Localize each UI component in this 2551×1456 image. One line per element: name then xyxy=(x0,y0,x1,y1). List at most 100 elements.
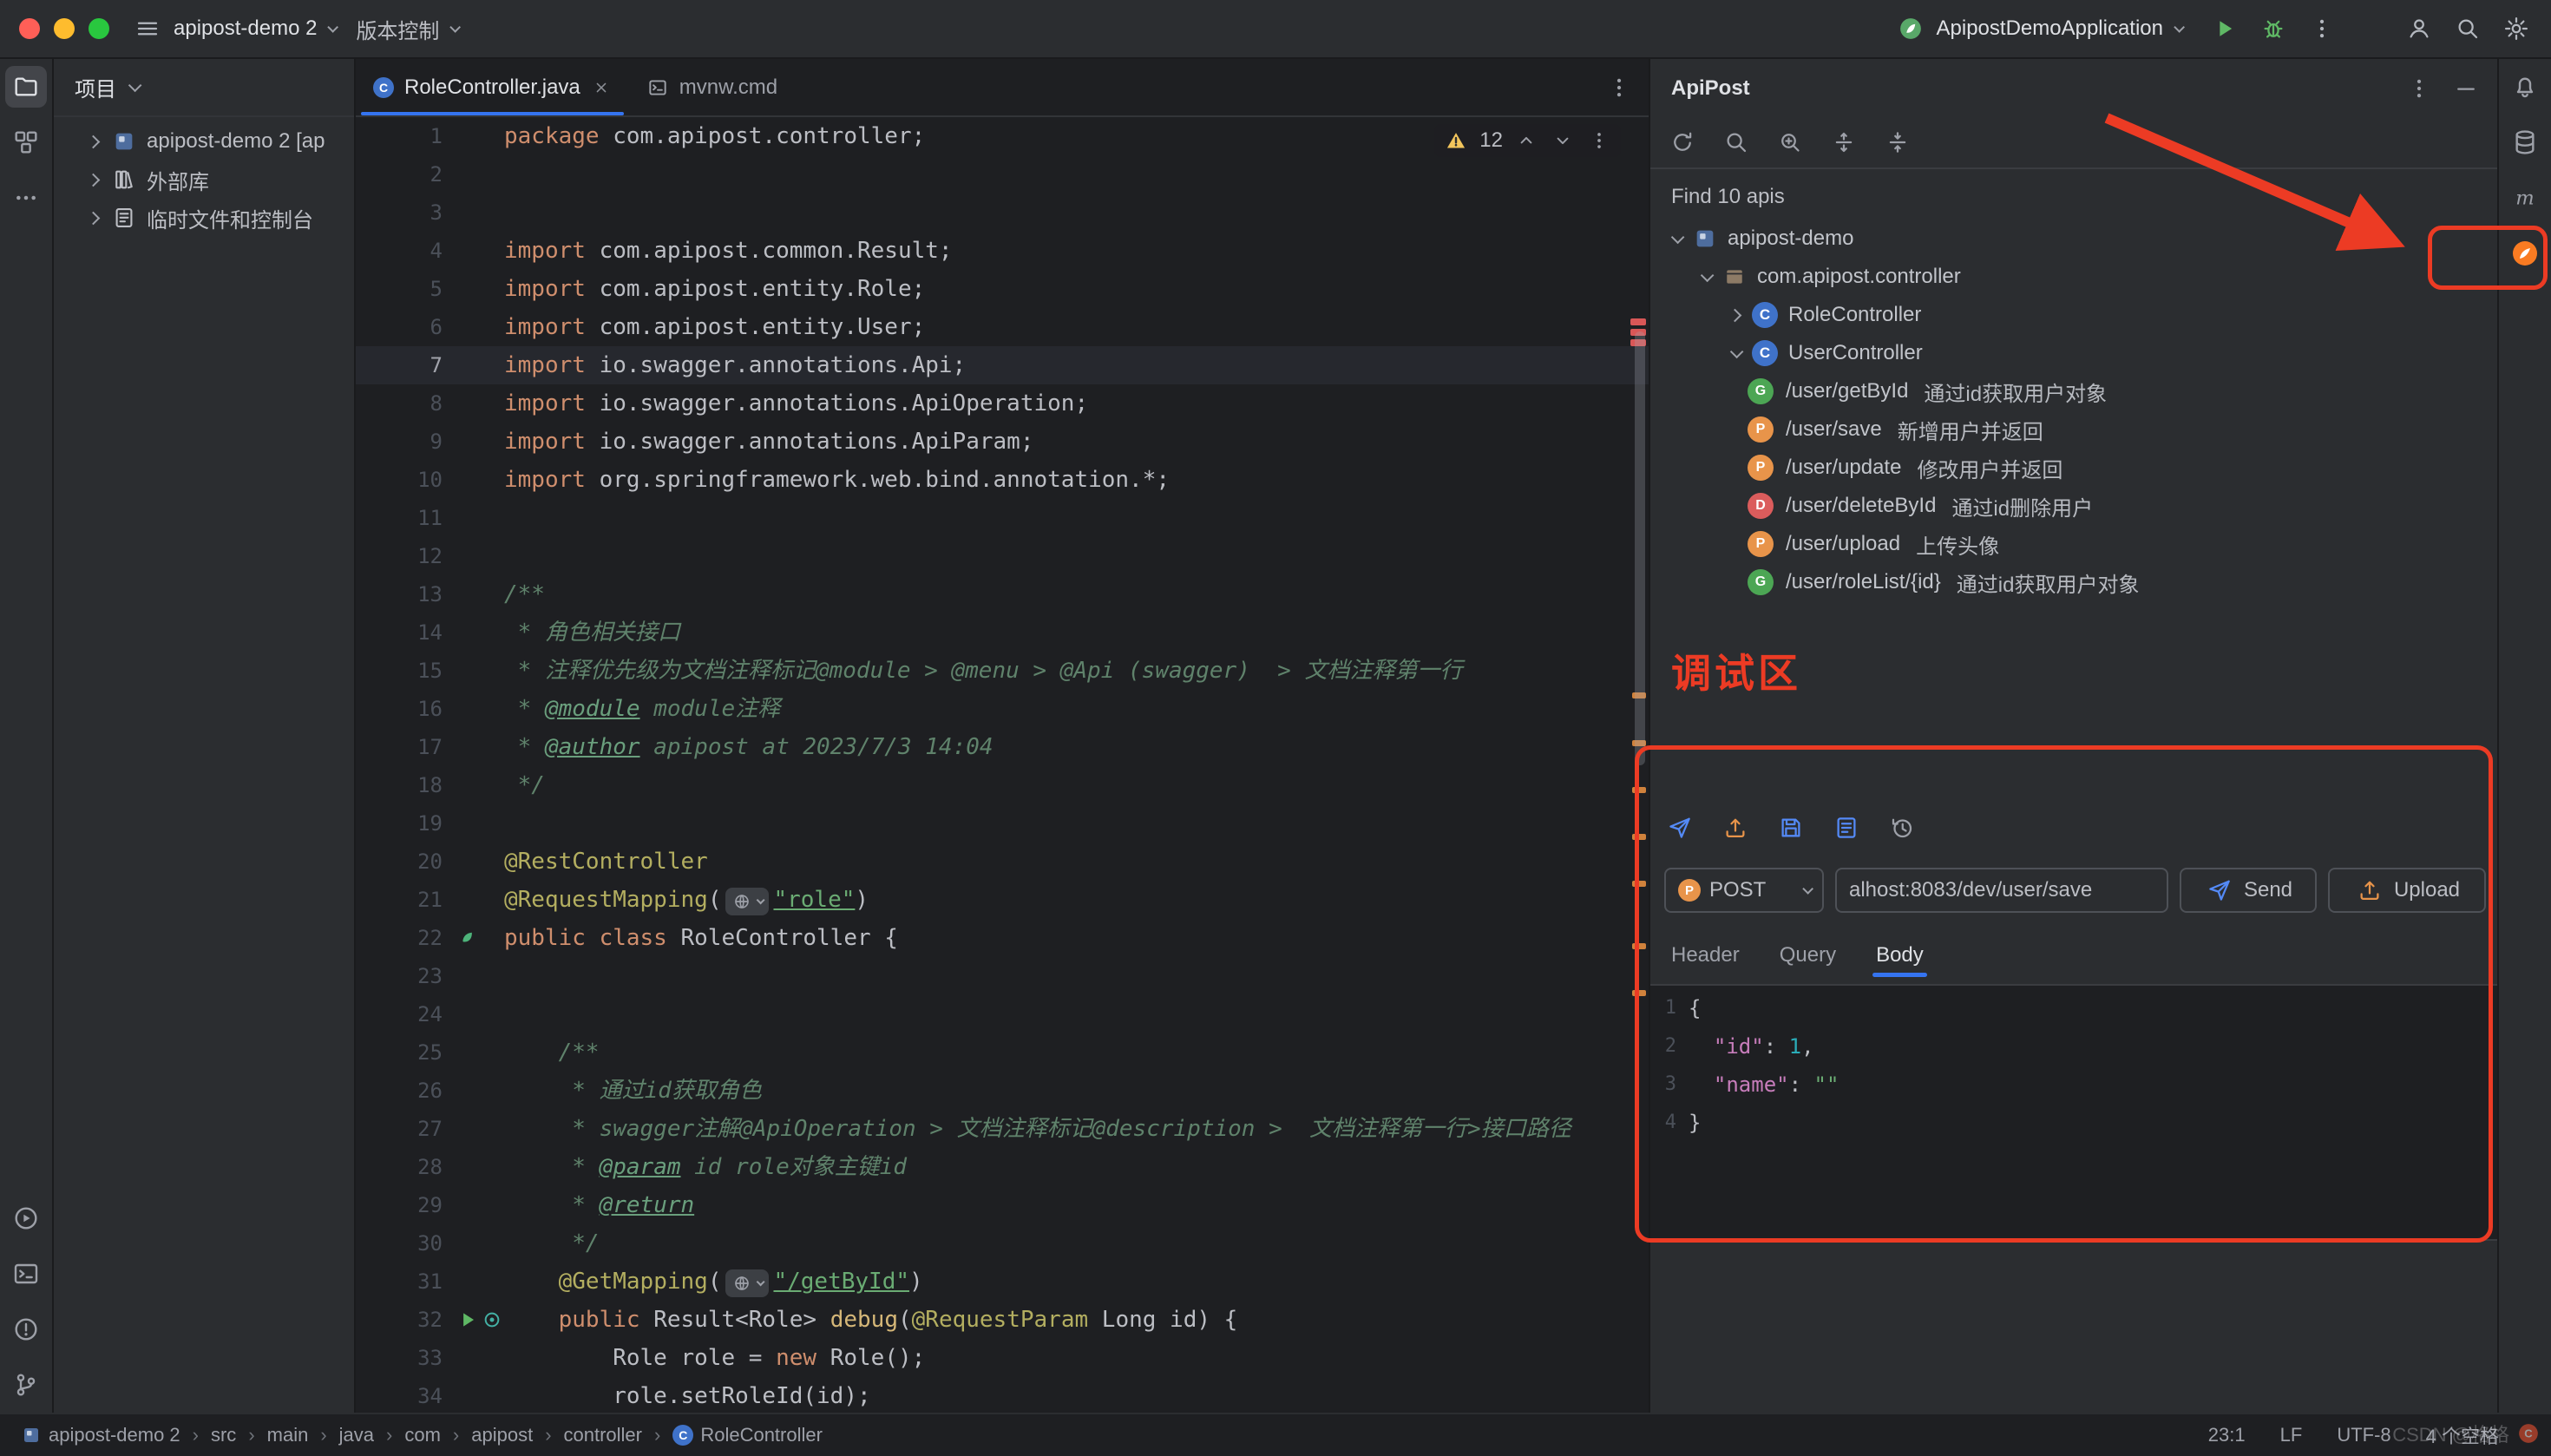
more-horiz-icon[interactable] xyxy=(5,177,47,219)
problems-icon[interactable] xyxy=(5,1308,47,1350)
request-tab-query[interactable]: Query xyxy=(1780,934,1836,977)
inspections-more-icon[interactable] xyxy=(1586,128,1612,154)
main-menu-icon[interactable] xyxy=(132,13,163,44)
code-line: 23 xyxy=(356,957,1649,995)
api-debug-gutter-icon[interactable] xyxy=(481,1308,503,1331)
doc-icon[interactable] xyxy=(1833,814,1860,842)
folder-icon[interactable] xyxy=(5,66,47,108)
request-tab-body[interactable]: Body xyxy=(1876,934,1924,977)
project-tree-item[interactable]: apipost-demo 2 [ap xyxy=(54,122,354,161)
locate-icon[interactable] xyxy=(1775,128,1805,157)
expand-all-icon[interactable] xyxy=(1829,128,1859,157)
api-endpoint-row[interactable]: G/user/roleList/{id}通过id获取用户对象 xyxy=(1650,563,2497,601)
git-branch-icon[interactable] xyxy=(5,1364,47,1406)
stripe-mark[interactable] xyxy=(1630,318,1646,325)
minimize-window-button[interactable] xyxy=(54,18,75,39)
method-dropdown[interactable]: P POST xyxy=(1664,868,1824,913)
tab-options-icon[interactable] xyxy=(1603,72,1635,103)
project-tree-item[interactable]: 外部库 xyxy=(54,161,354,199)
inspections-widget[interactable]: 12 xyxy=(1434,124,1621,157)
api-endpoint-row[interactable]: P/user/update修改用户并返回 xyxy=(1650,449,2497,487)
settings-icon[interactable] xyxy=(2501,13,2532,44)
stripe-mark[interactable] xyxy=(1632,943,1646,949)
close-tab-icon[interactable] xyxy=(591,77,612,98)
api-endpoint-row[interactable]: P/user/save新增用户并返回 xyxy=(1650,410,2497,449)
code-line: 34 role.setRoleId(id); xyxy=(356,1377,1649,1411)
breadcrumb-separator: › xyxy=(320,1424,326,1446)
breadcrumb-item[interactable]: main xyxy=(267,1424,309,1446)
editor-tab[interactable]: CRoleController.java xyxy=(356,59,629,115)
breadcrumb-item[interactable]: apipost-demo 2 xyxy=(21,1424,180,1446)
prev-warning-icon[interactable] xyxy=(1513,128,1539,154)
stripe-mark[interactable] xyxy=(1632,990,1646,996)
structure-icon[interactable] xyxy=(5,121,47,163)
stripe-mark[interactable] xyxy=(1632,787,1646,793)
spring-bean-gutter-icon[interactable] xyxy=(456,927,479,949)
caret-position[interactable]: 23:1 xyxy=(2208,1424,2246,1446)
hide-panel-icon[interactable] xyxy=(2450,73,2482,104)
api-tree-node[interactable]: CUserController xyxy=(1650,334,2497,372)
close-window-button[interactable] xyxy=(19,18,40,39)
more-actions-icon[interactable] xyxy=(2306,13,2338,44)
play-circle-icon[interactable] xyxy=(5,1197,47,1239)
upload-icon[interactable] xyxy=(1721,814,1749,842)
search-icon[interactable] xyxy=(1721,128,1751,157)
breadcrumb-item[interactable]: controller xyxy=(564,1424,642,1446)
user-icon[interactable] xyxy=(2403,13,2435,44)
vcs-menu[interactable]: 版本控制 xyxy=(345,7,468,51)
chevron-down-icon xyxy=(328,22,339,33)
project-panel-header[interactable]: 项目 xyxy=(54,59,354,117)
file-encoding[interactable]: UTF-8 xyxy=(2337,1424,2390,1446)
upload-button[interactable]: Upload xyxy=(2328,868,2486,913)
url-input[interactable]: alhost:8083/dev/user/save xyxy=(1835,868,2168,913)
line-separator[interactable]: LF xyxy=(2280,1424,2303,1446)
editor-scrollbar[interactable] xyxy=(1635,331,1645,765)
project-switcher[interactable]: apipost-demo 2 xyxy=(163,10,345,48)
debug-button[interactable] xyxy=(2258,13,2289,44)
stripe-mark[interactable] xyxy=(1632,834,1646,840)
run-configuration-selector[interactable]: ApipostDemoApplication xyxy=(1885,6,2192,51)
apipost-more-icon[interactable] xyxy=(2403,73,2435,104)
api-endpoint-row[interactable]: D/user/deleteById通过id删除用户 xyxy=(1650,487,2497,525)
project-tree-item[interactable]: 临时文件和控制台 xyxy=(54,199,354,237)
save-icon[interactable] xyxy=(1777,814,1805,842)
api-endpoint-row[interactable]: P/user/upload上传头像 xyxy=(1650,525,2497,563)
mapping-url-inlay[interactable] xyxy=(725,888,769,915)
api-tree-node[interactable]: com.apipost.controller xyxy=(1650,258,2497,296)
send-icon[interactable] xyxy=(1666,814,1694,842)
run-method-gutter-icon[interactable] xyxy=(456,1308,479,1331)
request-body-editor[interactable]: 1{2 "id": 1,3 "name": ""4} xyxy=(1650,984,2497,1241)
code-line: 27 * swagger注解@ApiOperation > 文档注释标记@des… xyxy=(356,1110,1649,1148)
breadcrumb-item[interactable]: com xyxy=(404,1424,441,1446)
zoom-window-button[interactable] xyxy=(89,18,109,39)
send-button[interactable]: Send xyxy=(2180,868,2317,913)
api-tree-node[interactable]: apipost-demo xyxy=(1650,220,2497,258)
search-icon[interactable] xyxy=(2452,13,2483,44)
terminal-icon[interactable] xyxy=(5,1253,47,1295)
apipost-icon[interactable] xyxy=(2504,233,2546,274)
database-icon[interactable] xyxy=(2504,121,2546,163)
api-endpoint-row[interactable]: G/user/getById通过id获取用户对象 xyxy=(1650,372,2497,410)
breadcrumb-item[interactable]: apipost xyxy=(471,1424,533,1446)
breadcrumb-item[interactable]: src xyxy=(211,1424,236,1446)
code-line: 2 xyxy=(356,155,1649,193)
refresh-icon[interactable] xyxy=(1668,128,1697,157)
collapse-all-icon[interactable] xyxy=(1883,128,1912,157)
next-warning-icon[interactable] xyxy=(1550,128,1576,154)
api-path: /user/upload xyxy=(1786,532,1900,556)
request-tab-header[interactable]: Header xyxy=(1671,934,1740,977)
code-line: 22public class RoleController { xyxy=(356,919,1649,957)
code-editor[interactable]: 1package com.apipost.controller;234impor… xyxy=(356,117,1649,1411)
editor-tab[interactable]: mvnw.cmd xyxy=(629,59,795,115)
maven-icon[interactable]: m xyxy=(2504,177,2546,219)
breadcrumb-item[interactable]: java xyxy=(339,1424,374,1446)
api-tree-node[interactable]: CRoleController xyxy=(1650,296,2497,334)
run-button[interactable] xyxy=(2209,13,2240,44)
bell-icon[interactable] xyxy=(2504,66,2546,108)
breadcrumb-item[interactable]: CRoleController xyxy=(672,1424,823,1446)
send-button-label: Send xyxy=(2244,878,2292,902)
project-switcher-label: apipost-demo 2 xyxy=(174,16,317,41)
mapping-url-inlay[interactable] xyxy=(725,1269,769,1297)
history-icon[interactable] xyxy=(1888,814,1916,842)
stripe-mark[interactable] xyxy=(1632,881,1646,887)
